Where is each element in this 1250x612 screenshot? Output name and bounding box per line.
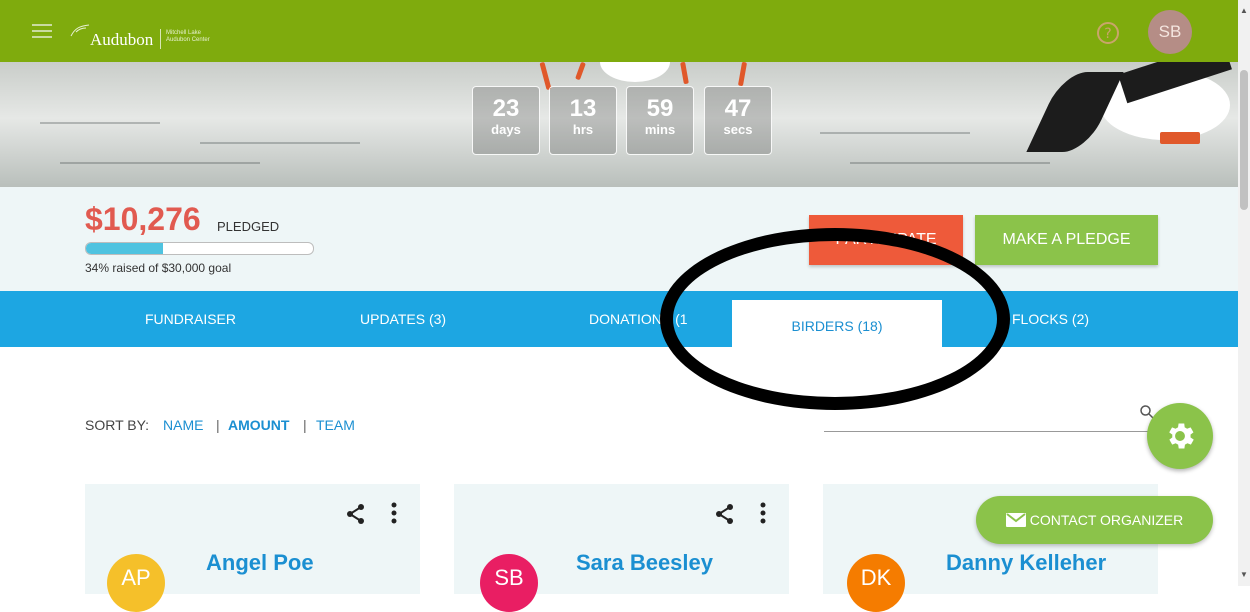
- water-wave: [850, 162, 1050, 164]
- birder-card[interactable]: AP Angel Poe: [85, 484, 420, 612]
- pelican-leg: [575, 62, 586, 81]
- pelican-body: [600, 62, 670, 82]
- goal-progress-bar: [85, 242, 314, 255]
- gear-icon: [1169, 423, 1194, 449]
- countdown-value: 13: [569, 95, 597, 122]
- water-wave: [200, 142, 360, 144]
- brand-name[interactable]: Audubon: [90, 30, 153, 50]
- pledged-amount: $10,276: [85, 201, 201, 237]
- user-avatar[interactable]: SB: [1148, 10, 1192, 54]
- contact-organizer-button[interactable]: CONTACT ORGANIZER: [976, 496, 1213, 544]
- make-pledge-button[interactable]: MAKE A PLEDGE: [975, 215, 1158, 265]
- countdown-value: 23: [492, 95, 520, 122]
- help-icon[interactable]: ?: [1096, 21, 1120, 45]
- scroll-down-arrow[interactable]: ▼: [1240, 570, 1248, 579]
- annotation-ellipse: [660, 228, 1010, 410]
- tab-flocks[interactable]: FLOCKS (2): [1012, 311, 1089, 327]
- sort-label: SORT BY:: [85, 417, 150, 433]
- contact-organizer-label: CONTACT ORGANIZER: [1029, 512, 1184, 528]
- search-input[interactable]: [824, 431, 1154, 432]
- countdown-unit: secs: [723, 122, 753, 137]
- share-icon[interactable]: [345, 503, 367, 525]
- brand-subtitle-line2: Audubon Center: [166, 37, 210, 43]
- scrollbar-thumb[interactable]: [1240, 70, 1248, 210]
- mail-icon: [1005, 513, 1026, 527]
- goal-text: 34% raised of $30,000 goal: [85, 261, 232, 275]
- more-vert-icon[interactable]: [391, 502, 397, 524]
- countdown-unit: days: [491, 122, 521, 137]
- pelican-leg: [1160, 132, 1200, 144]
- countdown-unit: hrs: [572, 122, 594, 137]
- sort-option-amount[interactable]: AMOUNT: [228, 417, 289, 433]
- scroll-up-arrow[interactable]: ▲: [1240, 6, 1248, 15]
- tab-updates[interactable]: UPDATES (3): [360, 311, 446, 327]
- menu-icon[interactable]: [32, 24, 52, 38]
- countdown-minutes: 59 mins: [626, 86, 694, 155]
- birder-name[interactable]: Angel Poe: [206, 550, 314, 576]
- birder-name[interactable]: Danny Kelleher: [946, 550, 1106, 576]
- hero-banner: 23 days 13 hrs 59 mins 47 secs: [0, 62, 1238, 187]
- top-app-bar: Audubon Mitchell Lake Audubon Center ? S…: [0, 0, 1238, 62]
- countdown-seconds: 47 secs: [704, 86, 772, 155]
- water-wave: [60, 162, 260, 164]
- sort-separator: |: [216, 417, 220, 433]
- sort-option-team[interactable]: TEAM: [316, 417, 355, 433]
- sort-separator: |: [303, 417, 307, 433]
- countdown-unit: mins: [644, 122, 676, 137]
- more-vert-icon[interactable]: [760, 502, 766, 524]
- water-wave: [820, 132, 970, 134]
- pelican-leg: [680, 62, 689, 85]
- countdown-value: 47: [724, 95, 752, 122]
- brand-subtitle-line1: Mitchell Lake: [166, 30, 202, 36]
- section-tabs: FUNDRAISER UPDATES (3) DONATIONS (1 FLOC…: [0, 291, 1238, 347]
- pelican-leg: [737, 62, 748, 87]
- birder-avatar: SB: [480, 554, 538, 612]
- settings-fab[interactable]: [1147, 403, 1213, 469]
- pledged-label: PLEDGED: [217, 219, 280, 234]
- water-wave: [40, 122, 160, 124]
- countdown-hours: 13 hrs: [549, 86, 617, 155]
- birder-avatar: AP: [107, 554, 165, 612]
- brand-subtitle: Mitchell Lake Audubon Center: [166, 30, 210, 44]
- birder-name[interactable]: Sara Beesley: [576, 550, 713, 576]
- countdown-value: 59: [646, 95, 674, 122]
- bird-logo-icon: [70, 24, 90, 37]
- tab-fundraiser[interactable]: FUNDRAISER: [145, 311, 236, 327]
- goal-progress-fill: [86, 243, 164, 254]
- sort-option-name[interactable]: NAME: [163, 417, 203, 433]
- brand-divider: [160, 29, 161, 49]
- birder-card[interactable]: SB Sara Beesley: [454, 484, 789, 612]
- share-icon[interactable]: [714, 503, 736, 525]
- birder-avatar: DK: [847, 554, 905, 612]
- countdown-days: 23 days: [472, 86, 540, 155]
- svg-text:?: ?: [1104, 26, 1111, 42]
